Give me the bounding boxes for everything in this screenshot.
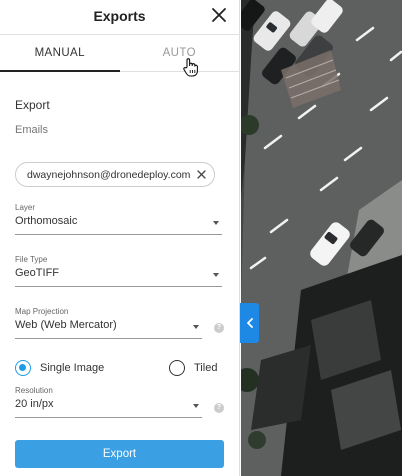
projection-label: Map Projection [15,307,69,316]
projection-select[interactable]: Web (Web Mercator) [15,319,202,339]
aerial-imagery [241,0,402,476]
projection-value: Web (Web Mercator) [15,319,117,331]
aerial-map-view[interactable] [241,0,402,476]
collapse-panel-button[interactable] [240,303,259,343]
tiled-radio[interactable]: Tiled [169,360,217,376]
section-title: Export [15,98,50,112]
tab-auto[interactable]: AUTO [120,35,240,71]
email-chip-text: dwaynejohnson@dronedeploy.com [27,168,191,181]
panel-header: Exports [0,0,239,34]
tiled-label: Tiled [194,362,218,374]
tab-bar: MANUAL AUTO [0,34,239,72]
resolution-label: Resolution [15,386,53,395]
projection-field: Map Projection Web (Web Mercator) [15,307,202,339]
email-chip: dwaynejohnson@dronedeploy.com [15,162,215,187]
chevron-down-icon [193,325,199,329]
emails-label: Emails [15,124,49,136]
file-type-label: File Type [15,255,48,264]
chevron-down-icon [213,221,219,225]
close-icon[interactable] [211,7,227,23]
file-type-select[interactable]: GeoTIFF [15,267,222,287]
layer-field: Layer Orthomosaic [15,203,222,235]
help-icon[interactable]: ? [214,323,224,333]
panel-title: Exports [93,8,146,24]
exports-panel: Exports MANUAL AUTO Export Emails dwayne… [0,0,240,476]
single-image-radio[interactable]: Single Image [15,360,104,376]
tab-manual[interactable]: MANUAL [0,35,120,71]
layer-label: Layer [15,203,36,212]
file-type-value: GeoTIFF [15,267,60,279]
layer-value: Orthomosaic [15,215,78,227]
radio-selected-icon [15,360,31,376]
radio-unselected-icon [169,360,185,376]
export-button[interactable]: Export [15,440,224,468]
file-type-field: File Type GeoTIFF [15,255,222,287]
chevron-left-icon [246,318,253,328]
active-tab-indicator [0,70,120,72]
output-mode-radio-group: Single Image Tiled [15,360,225,378]
resolution-field: Resolution 20 in/px [15,386,202,418]
resolution-select[interactable]: 20 in/px [15,398,202,418]
hand-pointer-icon [183,58,198,77]
remove-email-icon[interactable] [195,168,208,181]
chevron-down-icon [213,273,219,277]
resolution-value: 20 in/px [15,398,54,410]
chevron-down-icon [193,404,199,408]
layer-select[interactable]: Orthomosaic [15,215,222,235]
help-icon[interactable]: ? [214,403,224,413]
single-image-label: Single Image [40,362,105,374]
